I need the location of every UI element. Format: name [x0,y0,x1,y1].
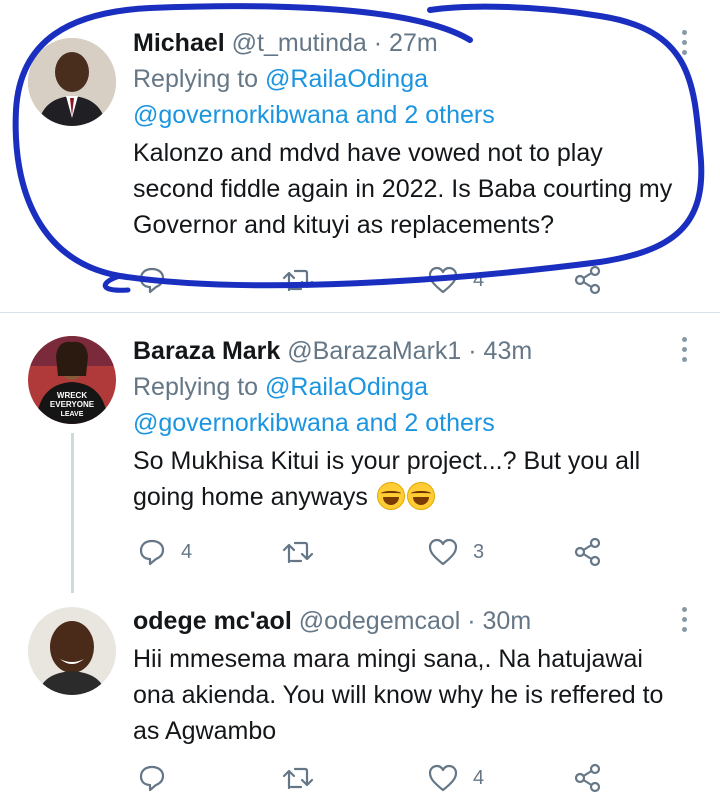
separator: · [366,29,390,57]
replying-to-others: @governorkibwana and 2 others [133,405,680,441]
reply-icon [139,765,165,792]
like-button[interactable]: 4 [427,263,484,297]
tweet-header: odege mc'aol @odegemcaol · 30m [133,603,680,639]
reply-icon [139,267,165,294]
laughing-emoji-icon [406,482,435,510]
share-icon [574,763,601,793]
avatar-image [28,607,116,695]
share-button[interactable] [573,535,603,569]
like-count: 4 [473,268,485,291]
timestamp[interactable]: 43m [484,337,533,365]
replying-to: Replying to @RailaOdinga [133,369,680,405]
more-options-button[interactable] [682,607,692,632]
reply-button[interactable] [137,263,181,297]
reply-icon [139,539,165,566]
tweet-text: Hii mmesema mara mingi sana,. Na hatujaw… [133,645,664,745]
avatar-image [28,38,116,126]
retweet-icon [282,541,314,564]
like-count: 4 [473,766,485,789]
more-options-button[interactable] [682,337,692,362]
tweet-card[interactable]: Michael @t_mutinda · 27m Replying to @Ra… [0,0,720,312]
display-name[interactable]: odege mc'aol [133,607,292,635]
dot-icon [682,357,687,362]
tweet-header: Michael @t_mutinda · 27m [133,25,680,61]
mention-link-others[interactable]: @governorkibwana and 2 others [133,101,495,129]
laughing-emoji-icon [376,482,405,510]
mention-link[interactable]: @RailaOdinga [265,373,428,401]
shirt-text: LEAVE [61,411,84,418]
dot-icon [682,40,687,45]
like-button[interactable]: 3 [427,535,484,569]
shirt-text: WRECK [57,391,87,400]
retweet-icon [282,767,314,790]
dot-icon [682,607,687,612]
retweet-button[interactable] [281,535,329,569]
thread-line [71,433,74,593]
timestamp[interactable]: 30m [483,607,532,635]
avatar-image: WRECK EVERYONE LEAVE [28,336,116,424]
display-name[interactable]: Michael [133,29,225,57]
shirt-text: EVERYONE [50,400,95,409]
retweet-button[interactable] [281,263,329,297]
user-handle[interactable]: @BarazaMark1 [287,337,461,365]
tweet-actions: 4 [133,263,613,297]
separator: · [461,337,484,365]
heart-icon [428,266,458,294]
tweet-header: Baraza Mark @BarazaMark1 · 43m [133,333,680,369]
share-icon [574,265,601,295]
user-handle[interactable]: @t_mutinda [232,29,367,57]
dot-icon [682,30,687,35]
avatar[interactable] [28,607,116,695]
avatar[interactable] [28,38,116,126]
reply-count: 4 [181,540,193,563]
like-button[interactable]: 4 [427,761,484,795]
replying-to: Replying to @RailaOdinga [133,61,680,97]
dot-icon [682,50,687,55]
separator: · [460,607,483,635]
dot-icon [682,617,687,622]
dot-icon [682,347,687,352]
share-button[interactable] [573,263,603,297]
share-button[interactable] [573,761,603,795]
tweet-text-wrapper: So Mukhisa Kitui is your project...? But… [133,443,680,515]
timestamp[interactable]: 27m [389,29,438,57]
reply-button[interactable]: 4 [137,535,192,569]
avatar[interactable]: WRECK EVERYONE LEAVE [28,336,116,424]
heart-icon [428,764,458,792]
dot-icon [682,627,687,632]
more-options-button[interactable] [682,30,692,55]
retweet-button[interactable] [281,761,329,795]
like-count: 3 [473,540,485,563]
heart-icon [428,538,458,566]
share-icon [574,537,601,567]
tweet-card[interactable]: odege mc'aol @odegemcaol · 30m Hii mmese… [0,579,720,806]
mention-link-others[interactable]: @governorkibwana and 2 others [133,409,495,437]
reply-button[interactable] [137,761,181,795]
tweet-text: Kalonzo and mdvd have vowed not to play … [133,139,673,239]
tweet-actions: 4 3 [133,535,613,569]
dot-icon [682,337,687,342]
replying-to-others: @governorkibwana and 2 others [133,97,680,133]
replying-prefix: Replying to [133,65,266,93]
mention-link[interactable]: @RailaOdinga [265,65,428,93]
tweet-actions: 4 [133,761,613,795]
replying-prefix: Replying to [133,373,266,401]
retweet-icon [282,269,314,292]
user-handle[interactable]: @odegemcaol [299,607,461,635]
display-name[interactable]: Baraza Mark [133,337,280,365]
tweet-card[interactable]: WRECK EVERYONE LEAVE Baraza Mark @Baraza… [0,313,720,593]
